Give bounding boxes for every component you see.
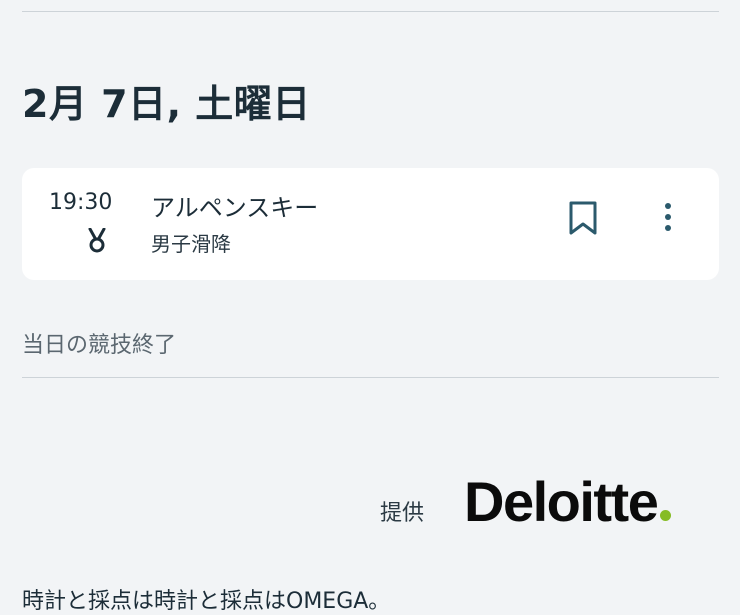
top-divider <box>22 11 719 12</box>
event-sport: アルペンスキー <box>151 194 319 222</box>
medal-icon <box>88 228 106 253</box>
bookmark-icon[interactable] <box>567 200 599 236</box>
sponsor-logo[interactable]: Deloitte <box>464 470 672 534</box>
event-time: 19:30 <box>49 190 113 215</box>
day-status-text: 当日の競技終了 <box>22 333 177 358</box>
date-heading: 2月 7日, 土曜日 <box>22 82 311 126</box>
sponsor-logo-text: Deloitte <box>464 470 659 533</box>
sponsor-logo-dot <box>660 510 672 521</box>
event-discipline: 男子滑降 <box>151 232 231 256</box>
sponsor-label: 提供 <box>380 501 425 526</box>
more-vertical-icon[interactable] <box>658 200 678 236</box>
event-card[interactable]: 19:30 アルペンスキー 男子滑降 <box>22 168 719 280</box>
section-divider <box>22 377 719 378</box>
timing-credit-text: 時計と採点は時計と採点はOMEGA。 <box>22 589 391 614</box>
